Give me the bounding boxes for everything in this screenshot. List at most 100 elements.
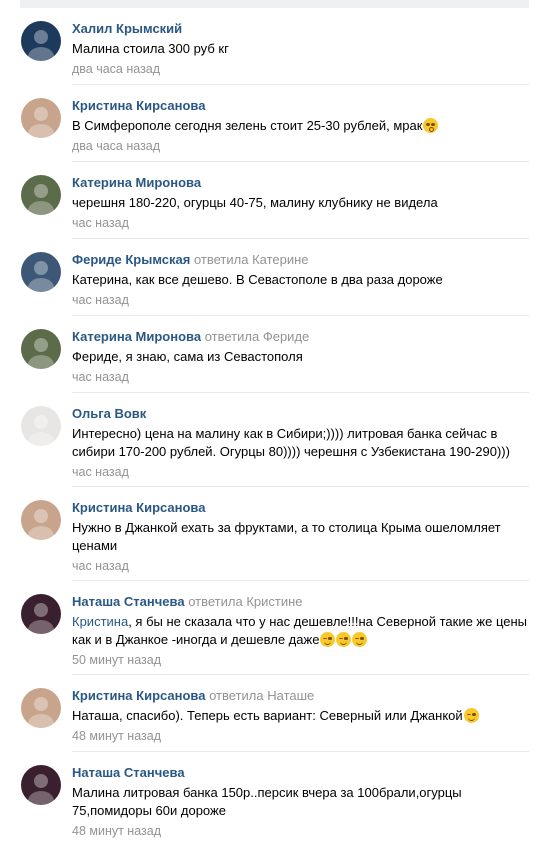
author-line: Кристина Кирсанова [72,98,529,114]
comment-body: Кристина Кирсанова ответила Наташе Наташ… [72,688,529,744]
author-name[interactable]: Наташа Станчева [72,765,185,780]
comment-text-content: Малина стоила 300 руб кг [72,41,229,56]
comment-text: черешня 180-220, огурцы 40-75, малину кл… [72,194,529,212]
reply-info: ответила Фериде [205,329,310,344]
previous-post-bottom [20,0,529,8]
comment-item: Катерина Миронова черешня 180-220, огурц… [0,162,551,239]
avatar[interactable] [21,21,61,61]
author-line: Катерина Миронова [72,175,529,191]
mention-link[interactable]: Кристина [72,614,128,629]
comment-text: Интересно) цена на малину как в Сибири;)… [72,425,529,461]
comment-timestamp[interactable]: час назад [72,215,529,231]
avatar[interactable] [21,688,61,728]
comment-body: Халил Крымский Малина стоила 300 руб кг … [72,21,529,77]
reply-label: ответила [193,252,249,267]
comment-text: Катерина, как все дешево. В Севастополе … [72,271,529,289]
comment-item: Катерина Миронова ответила Фериде Фериде… [0,316,551,393]
reply-label: ответила [204,329,260,344]
reply-info: ответила Кристине [188,594,302,609]
reply-target-link[interactable]: Фериде [263,329,309,344]
comment-text-content: Нужно в Джанкой ехать за фруктами, а то … [72,520,501,553]
comment-body: Кристина Кирсанова В Симферополе сегодня… [72,98,529,154]
author-name[interactable]: Ольга Вовк [72,406,146,421]
comment-body: Катерина Миронова ответила Фериде Фериде… [72,329,529,385]
comment-text: Фериде, я знаю, сама из Севастополя [72,348,529,366]
author-line: Катерина Миронова ответила Фериде [72,329,529,345]
wink-emoji-icon [336,632,352,647]
comment-text-content: Малина литровая банка 150р..персик вчера… [72,785,462,818]
comment-text: Кристина, я бы не сказала что у нас деше… [72,613,529,649]
avatar[interactable] [21,252,61,292]
comment-text: В Симферополе сегодня зелень стоит 25-30… [72,117,529,135]
comment-text: Малина литровая банка 150р..персик вчера… [72,784,529,820]
author-line: Фериде Крымская ответила Катерине [72,252,529,268]
comment-text-content: черешня 180-220, огурцы 40-75, малину кл… [72,195,438,210]
shocked-emoji-icon [423,118,439,133]
comment-body: Ольга Вовк Интересно) цена на малину как… [72,406,529,480]
comment-timestamp[interactable]: 50 минут назад [72,652,529,668]
wink-emoji-icon [352,632,368,647]
wink-emoji-icon [320,632,336,647]
comment-text: Наташа, спасибо). Теперь есть вариант: С… [72,707,529,725]
avatar[interactable] [21,98,61,138]
comment-text-content: Фериде, я знаю, сама из Севастополя [72,349,303,364]
avatar[interactable] [21,594,61,634]
comment-item: Кристина Кирсанова Нужно в Джанкой ехать… [0,487,551,581]
comment-text: Малина стоила 300 руб кг [72,40,529,58]
emoji-group [319,632,368,647]
comment-item: Халил Крымский Малина стоила 300 руб кг … [0,8,551,85]
comment-body: Фериде Крымская ответила Катерине Катери… [72,252,529,308]
comment-item: Кристина Кирсанова ответила Наташе Наташ… [0,675,551,752]
reply-info: ответила Наташе [209,688,314,703]
comment-text-content: , я бы не сказала что у нас дешевле!!!на… [72,614,528,647]
author-name[interactable]: Кристина Кирсанова [72,500,205,515]
avatar[interactable] [21,765,61,805]
comment-text-content: Катерина, как все дешево. В Севастополе … [72,272,443,287]
author-line: Кристина Кирсанова ответила Наташе [72,688,529,704]
author-name[interactable]: Фериде Крымская [72,252,190,267]
author-name[interactable]: Кристина Кирсанова [72,98,205,113]
comment-item: Фериде Крымская ответила Катерине Катери… [0,239,551,316]
author-name[interactable]: Катерина Миронова [72,175,201,190]
comment-item: Наташа Станчева Малина литровая банка 15… [0,752,551,846]
author-line: Халил Крымский [72,21,529,37]
avatar[interactable] [21,329,61,369]
comment-body: Кристина Кирсанова Нужно в Джанкой ехать… [72,500,529,574]
emoji-group [463,708,479,723]
comment-text-content: Наташа, спасибо). Теперь есть вариант: С… [72,708,463,723]
comment-timestamp[interactable]: час назад [72,369,529,385]
author-line: Наташа Станчева ответила Кристине [72,594,529,610]
reply-target-link[interactable]: Кристине [246,594,302,609]
author-line: Ольга Вовк [72,406,529,422]
emoji-group [422,118,439,133]
comment-timestamp[interactable]: час назад [72,558,529,574]
comment-item: Кристина Кирсанова В Симферополе сегодня… [0,85,551,162]
comment-text-content: В Симферополе сегодня зелень стоит 25-30… [72,118,423,133]
author-line: Наташа Станчева [72,765,529,781]
author-name[interactable]: Кристина Кирсанова [72,688,205,703]
author-name[interactable]: Наташа Станчева [72,594,185,609]
avatar[interactable] [21,500,61,540]
reply-info: ответила Катерине [194,252,309,267]
comment-timestamp[interactable]: два часа назад [72,138,529,154]
comment-timestamp[interactable]: час назад [72,292,529,308]
comment-body: Наташа Станчева ответила Кристине Кристи… [72,594,529,668]
author-name[interactable]: Халил Крымский [72,21,182,36]
comment-body: Катерина Миронова черешня 180-220, огурц… [72,175,529,231]
comments-list: Халил Крымский Малина стоила 300 руб кг … [0,8,551,846]
comment-item: Ольга Вовк Интересно) цена на малину как… [0,393,551,487]
comment-timestamp[interactable]: 48 минут назад [72,728,529,744]
reply-target-link[interactable]: Катерине [252,252,308,267]
comment-body: Наташа Станчева Малина литровая банка 15… [72,765,529,839]
comment-timestamp[interactable]: два часа назад [72,61,529,77]
reply-target-link[interactable]: Наташе [267,688,314,703]
reply-label: ответила [188,594,243,609]
author-line: Кристина Кирсанова [72,500,529,516]
avatar[interactable] [21,175,61,215]
comment-timestamp[interactable]: час назад [72,464,529,480]
comment-timestamp[interactable]: 48 минут назад [72,823,529,839]
avatar[interactable] [21,406,61,446]
author-name[interactable]: Катерина Миронова [72,329,201,344]
comment-item: Наташа Станчева ответила Кристине Кристи… [0,581,551,675]
reply-label: ответила [209,688,264,703]
